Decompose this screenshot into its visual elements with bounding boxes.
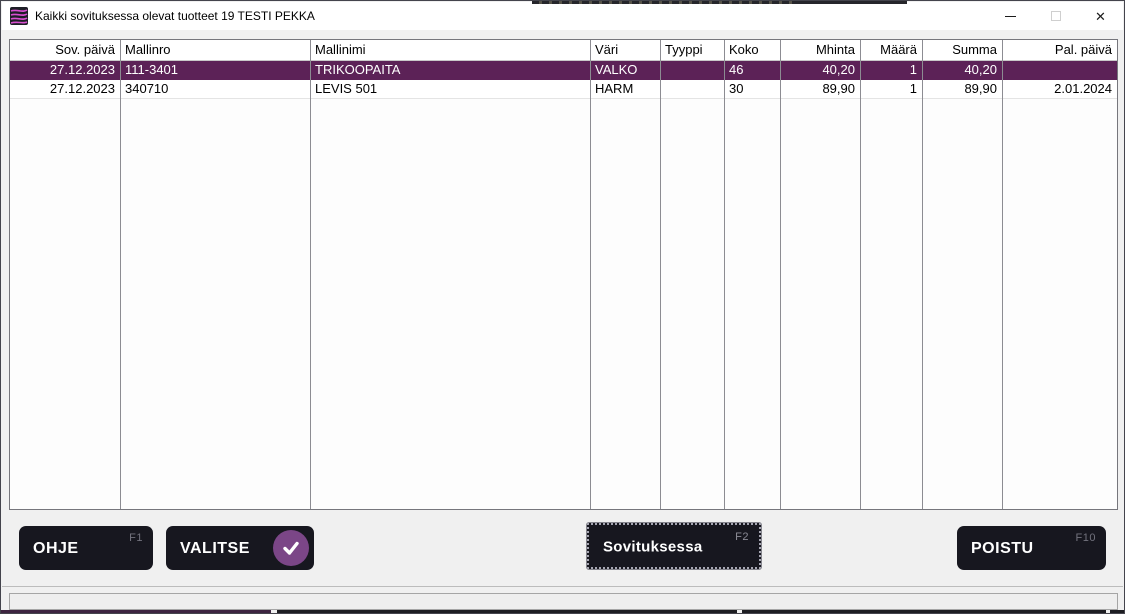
column-header-pal-paiva: Pal. päivä [1002,40,1117,60]
select-button[interactable]: VALITSE [166,526,314,570]
minimize-button[interactable] [988,2,1033,30]
column-header-summa: Summa [922,40,1002,60]
cell-pal-paiva: 2.01.2024 [1002,79,1117,98]
help-button-fkey: F1 [129,532,143,544]
exit-button-label: POISTU [971,540,1034,558]
cell-mallinro: 340710 [120,79,310,98]
column-header-sov-paiva: Sov. päivä [10,40,120,60]
close-icon: ✕ [1095,10,1106,23]
sovituksessa-button-fkey: F2 [735,531,749,543]
help-button-label: OHJE [33,540,79,558]
exit-button-fkey: F10 [1076,532,1096,544]
maximize-icon [1051,11,1061,21]
column-header-mhinta: Mhinta [780,40,860,60]
cell-sov-paiva: 27.12.2023 [10,79,120,98]
table-row-selected[interactable]: 27.12.2023 111-3401 TRIKOOPAITA VALKO 46… [10,60,1117,79]
cell-maara: 1 [860,79,922,98]
column-header-vari: Väri [590,40,660,60]
sovituksessa-button-label: Sovituksessa [603,539,703,556]
minimize-icon [1005,16,1016,17]
background-strip [1,610,271,613]
background-window-sliver [532,1,793,4]
background-strip [1110,610,1125,613]
cell-mhinta: 89,90 [780,79,860,98]
app-logo-icon [10,7,28,25]
cell-mallinro: 111-3401 [120,60,310,79]
app-window: Kaikki sovituksessa olevat tuotteet 19 T… [0,0,1125,614]
window-title: Kaikki sovituksessa olevat tuotteet 19 T… [35,9,315,23]
table-row[interactable]: 27.12.2023 340710 LEVIS 501 HARM 30 89,9… [10,79,1117,98]
background-window-sliver [793,1,907,4]
column-header-mallinimi: Mallinimi [310,40,590,60]
cell-summa: 89,90 [922,79,1002,98]
column-separators [10,40,1117,509]
cell-summa: 40,20 [922,60,1002,79]
cell-sov-paiva: 27.12.2023 [10,60,120,79]
table-header-row: Sov. päivä Mallinro Mallinimi Väri Tyypp… [10,40,1117,60]
fitting-products-table: Sov. päivä Mallinro Mallinimi Väri Tyypp… [9,39,1118,510]
cell-maara: 1 [860,60,922,79]
cell-pal-paiva [1002,60,1117,79]
cell-tyyppi [660,79,724,98]
column-header-tyyppi: Tyyppi [660,40,724,60]
background-strip [277,610,737,613]
cell-koko: 30 [724,79,780,98]
titlebar: Kaikki sovituksessa olevat tuotteet 19 T… [2,2,1123,30]
cell-vari: VALKO [590,60,660,79]
status-bar [9,593,1118,610]
cell-mallinimi: TRIKOOPAITA [310,60,590,79]
help-button[interactable]: OHJE F1 [19,526,153,570]
cell-mallinimi: LEVIS 501 [310,79,590,98]
exit-button[interactable]: POISTU F10 [957,526,1106,570]
sovituksessa-button[interactable]: Sovituksessa F2 [587,523,761,569]
column-header-koko: Koko [724,40,780,60]
column-header-maara: Määrä [860,40,922,60]
cell-mhinta: 40,20 [780,60,860,79]
background-strip [742,610,1106,613]
cell-koko: 46 [724,60,780,79]
cell-tyyppi [660,60,724,79]
cell-vari: HARM [590,79,660,98]
select-button-label: VALITSE [180,540,250,558]
column-header-mallinro: Mallinro [120,40,310,60]
check-icon [273,530,309,566]
close-button[interactable]: ✕ [1078,2,1123,30]
statusbar-divider [2,586,1123,587]
maximize-button[interactable] [1033,2,1078,30]
